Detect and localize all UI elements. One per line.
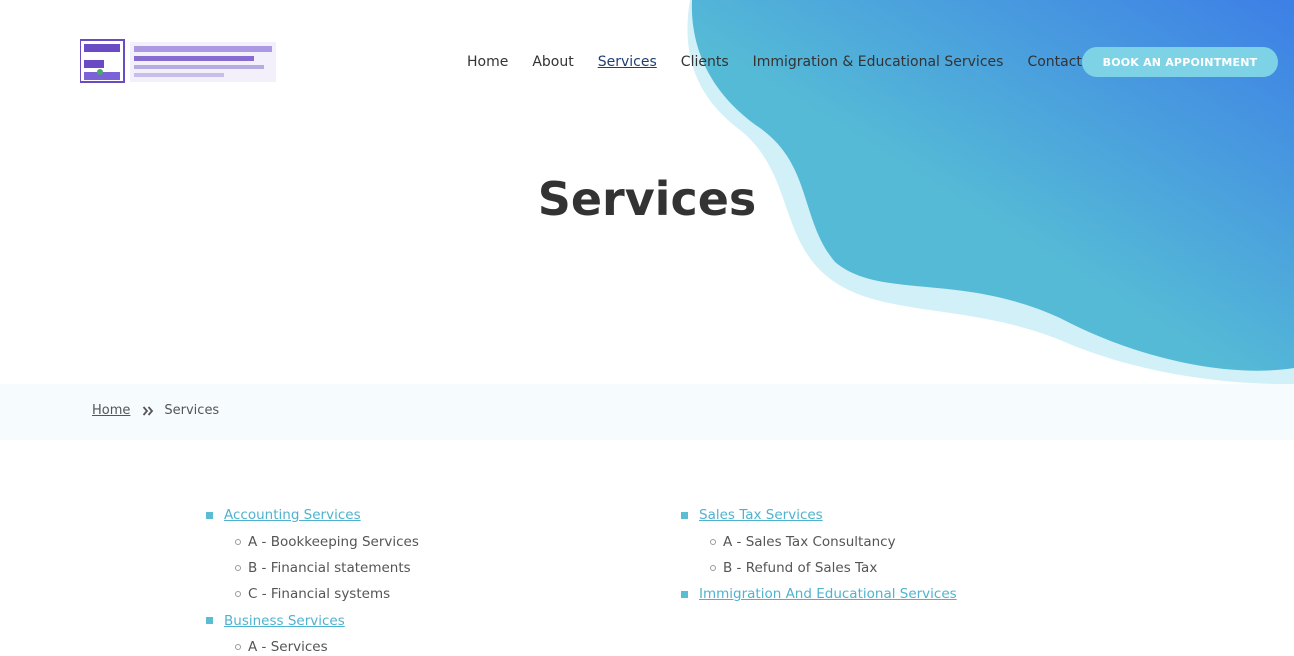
circle-bullet-icon (235, 538, 241, 545)
sub-service-label: A - Sales Tax Consultancy (723, 533, 896, 550)
list-item: Business Services (206, 608, 419, 634)
service-link-immigration-educational[interactable]: Immigration And Educational Services (699, 586, 957, 602)
circle-bullet-icon (710, 538, 716, 545)
square-bullet-icon (681, 590, 688, 598)
list-item: A - Bookkeeping Services (206, 528, 419, 554)
company-logo[interactable] (80, 38, 278, 86)
service-link-accounting[interactable]: Accounting Services (224, 507, 361, 523)
breadcrumb-home-link[interactable]: Home (92, 403, 130, 418)
list-item: B - Financial statements (206, 555, 419, 581)
breadcrumb-current: Services (164, 403, 220, 418)
service-link-business[interactable]: Business Services (224, 613, 345, 629)
nav-clients[interactable]: Clients (681, 52, 729, 72)
list-item: B - Refund of Sales Tax (681, 555, 957, 581)
list-item: A - Sales Tax Consultancy (681, 528, 957, 554)
list-item: A - Services (206, 634, 419, 656)
circle-bullet-icon (235, 644, 241, 651)
breadcrumb: Home Services (92, 403, 219, 418)
square-bullet-icon (206, 617, 213, 625)
circle-bullet-icon (710, 564, 716, 571)
square-bullet-icon (681, 511, 688, 519)
list-item: Immigration And Educational Services (681, 581, 957, 607)
sub-service-label: A - Bookkeeping Services (248, 533, 419, 550)
nav-about[interactable]: About (532, 52, 573, 72)
sub-service-label: C - Financial systems (248, 586, 391, 603)
page-title: Services (537, 172, 757, 226)
sub-service-label: A - Services (248, 639, 328, 656)
circle-bullet-icon (235, 564, 241, 571)
services-list-right: Sales Tax Services A - Sales Tax Consult… (681, 502, 957, 608)
main-nav: Home About Services Clients Immigration … (467, 52, 1106, 72)
services-list-left: Accounting Services A - Bookkeeping Serv… (206, 502, 419, 656)
circle-bullet-icon (235, 591, 241, 598)
list-item: C - Financial systems (206, 581, 419, 607)
book-appointment-button[interactable]: BOOK AN APPOINTMENT (1082, 47, 1278, 77)
sub-service-label: B - Refund of Sales Tax (723, 559, 878, 576)
breadcrumb-bar: Home Services (0, 384, 1294, 440)
service-link-sales-tax[interactable]: Sales Tax Services (699, 507, 823, 523)
site-header: Home About Services Clients Immigration … (0, 0, 1294, 120)
nav-services[interactable]: Services (598, 52, 657, 72)
list-item: Sales Tax Services (681, 502, 957, 528)
nav-home[interactable]: Home (467, 52, 508, 72)
square-bullet-icon (206, 511, 213, 519)
nav-immigration-educational[interactable]: Immigration & Educational Services (753, 52, 1004, 72)
list-item: Accounting Services (206, 502, 419, 528)
sub-service-label: B - Financial statements (248, 559, 411, 576)
double-chevron-right-icon (143, 405, 154, 416)
nav-contact[interactable]: Contact (1027, 52, 1081, 72)
